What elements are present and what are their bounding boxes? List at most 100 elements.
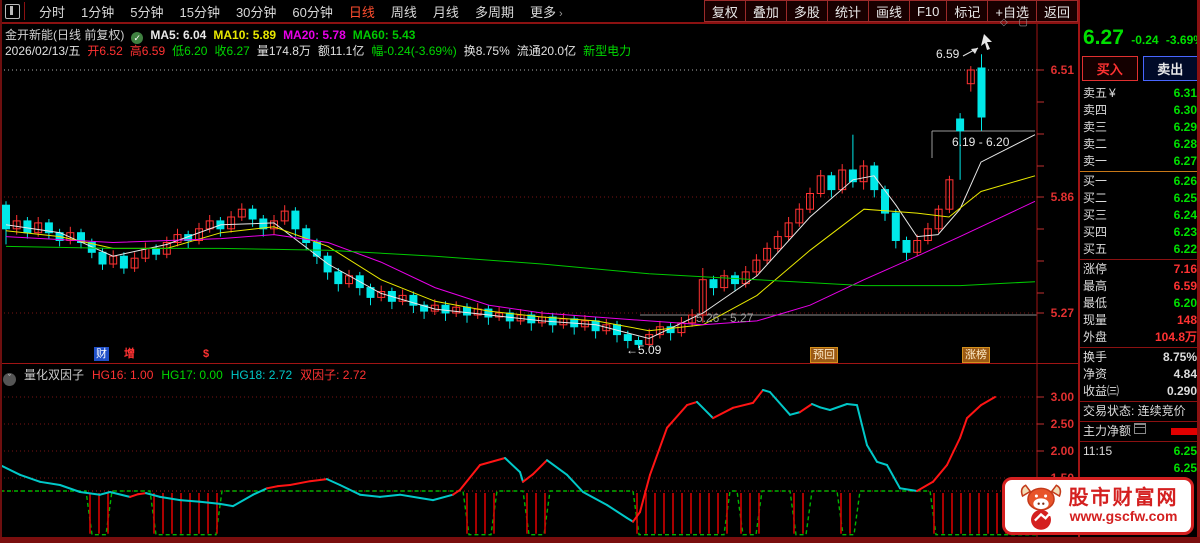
- svg-text:6.19 - 6.20: 6.19 - 6.20: [952, 135, 1010, 149]
- price-change: -0.24: [1131, 33, 1159, 47]
- row-value: 6.30: [1173, 103, 1197, 117]
- panel-divider: [1080, 347, 1200, 348]
- logo-text: 股市财富网 www.gscfw.com: [1069, 488, 1179, 524]
- sell-button[interactable]: 卖出: [1142, 56, 1198, 81]
- row-label: 买二: [1083, 191, 1108, 205]
- bid-row-2: 买三 6.24: [1080, 207, 1200, 224]
- axis-label: 3.00: [1050, 390, 1074, 404]
- row-label: 主力净额: [1083, 424, 1132, 438]
- row-label: 最低: [1083, 296, 1108, 310]
- svg-text:5.26 - 5.27: 5.26 - 5.27: [696, 311, 754, 325]
- main-chart[interactable]: 6.59 6.19 - 6.20 5.26 - 5.27 ←5.09: [0, 0, 1078, 543]
- bid-row-4: 买五 6.22: [1080, 241, 1200, 258]
- event-badge-3[interactable]: 预回: [810, 347, 838, 363]
- quote-rows: 卖五 ¥6.31 卖四 6.30 卖三 6.29 卖二 6.28 卖一 6.27 买一 6.26 买二 6…: [1080, 85, 1200, 477]
- indicator-name: 量化双因子: [24, 368, 85, 382]
- tick-row-0: 11:15 6.25: [1080, 443, 1200, 460]
- row-label: 买一: [1083, 174, 1108, 188]
- row-label: 卖二: [1083, 137, 1108, 151]
- trade-buttons: 买入 卖出: [1082, 56, 1198, 81]
- row-label: 净资: [1083, 367, 1108, 381]
- row-value: 6.23: [1173, 225, 1197, 239]
- misc-row-1: 净资 4.84: [1080, 366, 1200, 383]
- bid-row-3: 买四 6.23: [1080, 224, 1200, 241]
- row-value: 6.24: [1173, 208, 1197, 222]
- event-badge-1[interactable]: 增: [124, 347, 135, 361]
- row-value: 6.29: [1173, 120, 1197, 134]
- row-value: 6.26: [1173, 174, 1197, 188]
- quote-panel: 6.27 -0.24 -3.69% 买入 卖出 卖五¥6.31 卖四 6.30 卖三 6…: [1078, 0, 1200, 543]
- currency-icon[interactable]: ¥: [1109, 85, 1116, 102]
- row-label: 卖四: [1083, 103, 1108, 117]
- indicator-field-3: 双因子: 2.72: [300, 368, 367, 382]
- stat-row-4: 外盘 104.8万: [1080, 329, 1200, 346]
- stat-row-2: 最低 6.20: [1080, 295, 1200, 312]
- last-price: 6.27: [1083, 26, 1124, 49]
- tick-price: 6.25: [1173, 461, 1197, 475]
- panel-divider: [0, 363, 1078, 364]
- row-label: 卖五: [1083, 86, 1108, 100]
- site-logo[interactable]: 股市财富网 www.gscfw.com: [1002, 477, 1194, 535]
- row-label: 外盘: [1083, 330, 1108, 344]
- misc-row-0: 换手 8.75%: [1080, 349, 1200, 366]
- panel-divider: [1080, 171, 1200, 172]
- indicator-field-2: HG18: 2.72: [230, 368, 293, 382]
- stat-row-3: 现量 148: [1080, 312, 1200, 329]
- bid-row-0: 买一 6.26: [1080, 173, 1200, 190]
- collapse-icon[interactable]: ˇ: [3, 373, 16, 386]
- row-value: 148: [1176, 313, 1197, 327]
- row-label: 换手: [1083, 350, 1108, 364]
- tdx-window: 分时 1分钟 5分钟 15分钟 30分钟 60分钟 日线 周线 月线 多周期 更多 › 复权 叠加 多股…: [0, 0, 1200, 543]
- event-badge-2[interactable]: $: [203, 347, 209, 361]
- panel-divider: [1080, 401, 1200, 402]
- event-badge-4[interactable]: 涨榜: [962, 347, 990, 363]
- row-label: 卖一: [1083, 154, 1108, 168]
- row-value: 0.290: [1166, 384, 1197, 398]
- indicator-header: ˇ 量化双因子 HG16: 1.00 HG17: 0.00 HG18: 2.72 双因子:…: [3, 366, 374, 386]
- row-label: 收益㈢: [1083, 384, 1120, 398]
- stat-row-0: 涨停 7.16: [1080, 261, 1200, 278]
- row-label: 现量: [1083, 313, 1108, 327]
- axis-label: 2.00: [1050, 444, 1074, 458]
- indicator-field-0: HG16: 1.00: [92, 368, 154, 382]
- list-icon[interactable]: [1134, 423, 1147, 434]
- logo-url: www.gscfw.com: [1069, 508, 1178, 525]
- ask-row-3: 卖二 6.28: [1080, 136, 1200, 153]
- tick-time: 11:15: [1083, 444, 1113, 458]
- trade-status: 交易状态: 连续竞价: [1083, 404, 1186, 418]
- row-value: 6.22: [1173, 242, 1197, 256]
- window-border-bottom: [0, 537, 1200, 543]
- ask-row-4: 卖一 6.27: [1080, 153, 1200, 170]
- row-label: 涨停: [1083, 262, 1108, 276]
- panel-divider: [1080, 259, 1200, 260]
- row-label: 卖三: [1083, 120, 1108, 134]
- row-value: 6.27: [1173, 154, 1197, 168]
- bid-row-1: 买二 6.25: [1080, 190, 1200, 207]
- svg-text:6.59: 6.59: [936, 47, 960, 61]
- price-change-pct: -3.69%: [1165, 33, 1200, 47]
- row-value: 6.20: [1173, 296, 1197, 310]
- ask-row-2: 卖三 6.29: [1080, 119, 1200, 136]
- axis-label: 5.27: [1050, 306, 1074, 320]
- buy-button[interactable]: 买入: [1082, 56, 1138, 81]
- row-value: 8.75%: [1162, 350, 1197, 364]
- logo-site-name: 股市财富网: [1068, 487, 1179, 510]
- panel-divider: [1080, 421, 1200, 422]
- row-value: 6.31: [1173, 86, 1197, 100]
- ask-row-1: 卖四 6.30: [1080, 102, 1200, 119]
- row-label: 最高: [1083, 279, 1108, 293]
- row-value: 7.16: [1173, 262, 1197, 276]
- svg-text:←5.09: ←5.09: [626, 343, 662, 357]
- indicator-field-1: HG17: 0.00: [161, 368, 223, 382]
- row-value: 6.59: [1173, 279, 1197, 293]
- row-value: 4.84: [1173, 367, 1197, 381]
- event-badge-0[interactable]: 财: [94, 347, 109, 361]
- row-label: 买三: [1083, 208, 1108, 222]
- row-value: 6.28: [1173, 137, 1197, 151]
- axis-label: 5.86: [1050, 190, 1074, 204]
- tick-price: 6.25: [1173, 444, 1197, 458]
- main-flow-bar: [1171, 428, 1197, 435]
- tick-row-1: 6.25: [1080, 460, 1200, 477]
- window-border-left: [0, 0, 2, 543]
- bull-icon: [1020, 484, 1061, 530]
